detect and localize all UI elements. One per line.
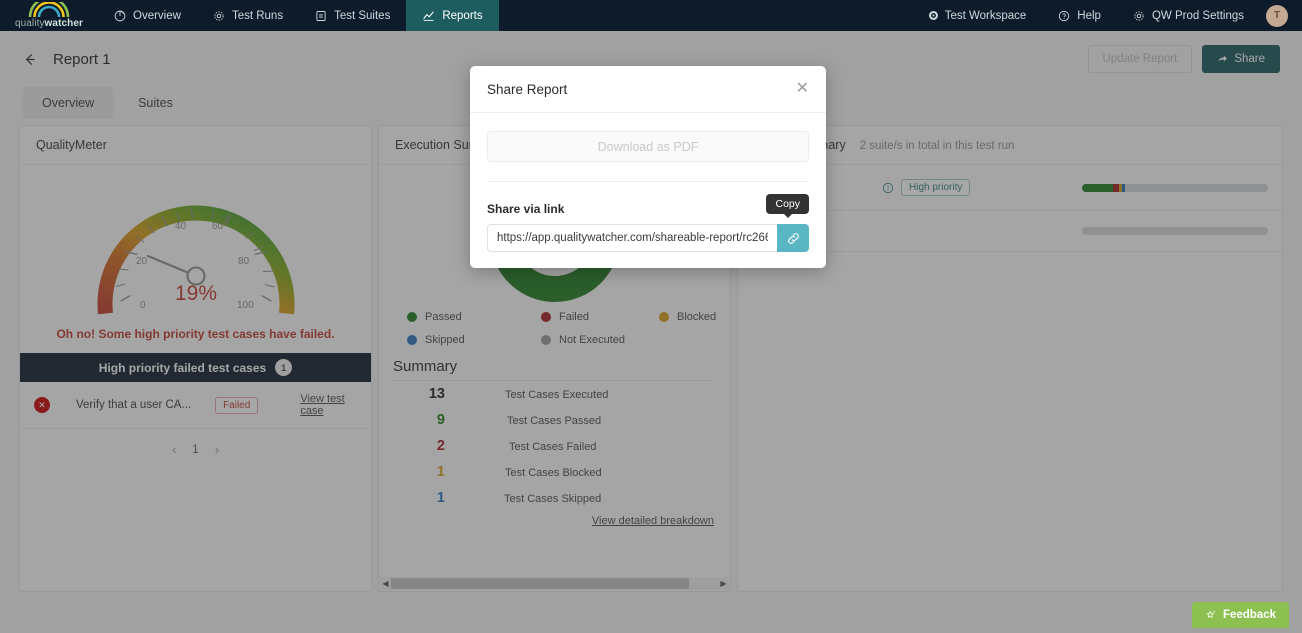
modal-title: Share Report bbox=[487, 81, 568, 97]
share-report-dialog: Share Report ✕ Download as PDF Share via… bbox=[470, 66, 826, 268]
feedback-button[interactable]: Feedback bbox=[1191, 602, 1289, 628]
top-navbar: qualitywatcher Overview Test Runs Test S… bbox=[0, 0, 1302, 31]
nav-right-group: Test Workspace Help QW Prod Settings T bbox=[913, 0, 1302, 31]
nav-label-help: Help bbox=[1077, 9, 1101, 22]
workspace-dot-icon bbox=[928, 11, 938, 20]
feedback-label: Feedback bbox=[1222, 609, 1276, 621]
link-icon bbox=[787, 232, 799, 244]
nav-label-test-runs: Test Runs bbox=[231, 9, 284, 22]
brand-logo[interactable]: qualitywatcher bbox=[0, 0, 98, 31]
avatar[interactable]: T bbox=[1266, 4, 1288, 27]
nav-label-settings: QW Prod Settings bbox=[1151, 9, 1244, 22]
copy-link-button[interactable] bbox=[777, 224, 809, 252]
nav-item-workspace[interactable]: Test Workspace bbox=[913, 0, 1043, 31]
nav-item-settings[interactable]: QW Prod Settings bbox=[1117, 0, 1260, 31]
chart-line-icon bbox=[423, 11, 435, 21]
share-link-row: Copy bbox=[487, 194, 809, 252]
share-link-input[interactable] bbox=[487, 224, 777, 252]
nav-item-help[interactable]: Help bbox=[1042, 0, 1117, 31]
gear-icon bbox=[1134, 10, 1144, 21]
nav-item-test-suites[interactable]: Test Suites bbox=[299, 0, 406, 31]
star-sparkle-icon bbox=[1206, 610, 1216, 618]
suites-icon bbox=[316, 10, 326, 21]
nav-item-overview[interactable]: Overview bbox=[98, 0, 197, 31]
nav-item-test-runs[interactable]: Test Runs bbox=[197, 0, 299, 31]
close-icon[interactable]: ✕ bbox=[796, 81, 809, 97]
modal-body: Download as PDF Share via link Copy bbox=[470, 113, 826, 268]
brand-name-light: quality bbox=[14, 18, 45, 29]
download-pdf-button[interactable]: Download as PDF bbox=[487, 131, 809, 162]
copy-tooltip: Copy bbox=[766, 194, 809, 218]
modal-divider bbox=[487, 181, 809, 182]
modal-header: Share Report ✕ bbox=[470, 66, 826, 113]
pie-chart-icon bbox=[114, 10, 126, 21]
nav-label-reports: Reports bbox=[442, 9, 483, 22]
nav-label-overview: Overview bbox=[133, 9, 181, 22]
help-circle-icon bbox=[1059, 10, 1070, 21]
nav-item-reports[interactable]: Reports bbox=[406, 0, 499, 31]
nav-label-workspace: Test Workspace bbox=[944, 9, 1027, 22]
rainbow-arc-icon bbox=[28, 2, 70, 18]
share-via-link-label: Share via link bbox=[487, 202, 565, 216]
avatar-initial: T bbox=[1273, 10, 1281, 21]
nav-label-test-suites: Test Suites bbox=[334, 9, 391, 22]
gear-icon bbox=[214, 10, 224, 21]
brand-name-bold: watcher bbox=[44, 18, 84, 29]
download-pdf-label: Download as PDF bbox=[597, 139, 699, 154]
